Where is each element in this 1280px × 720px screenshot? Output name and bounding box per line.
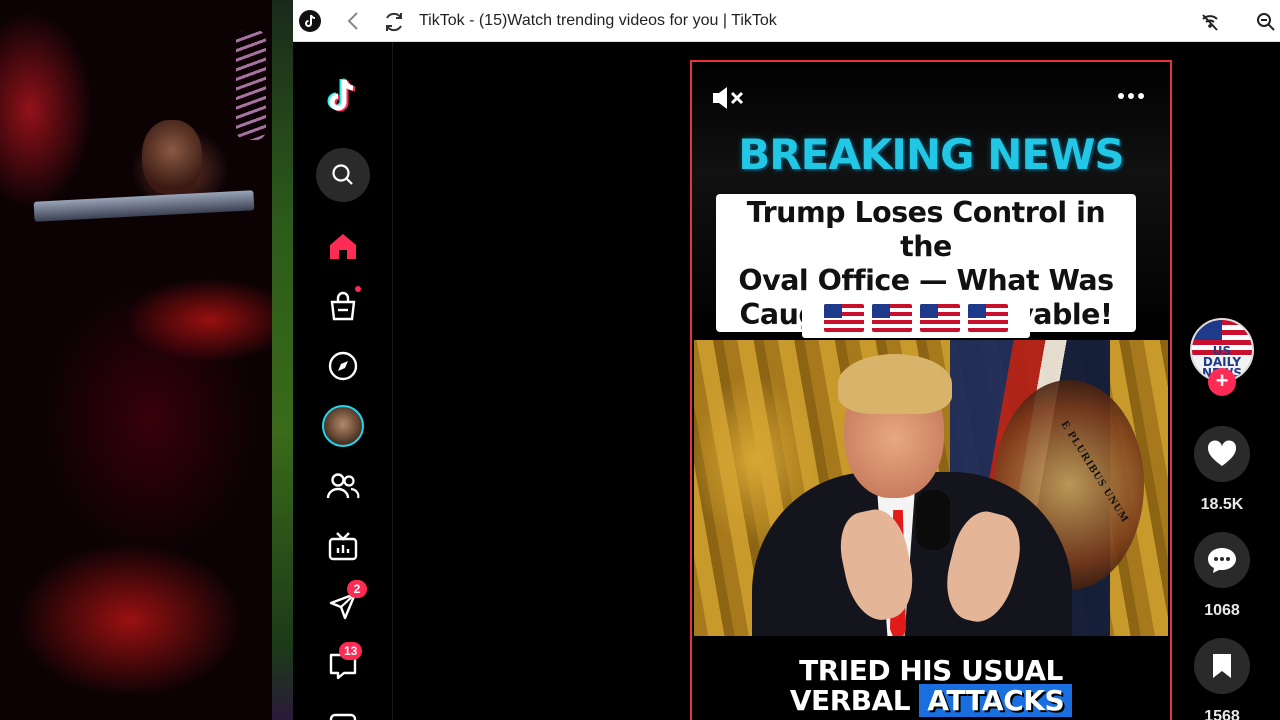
heart-icon	[1207, 440, 1237, 466]
microphone	[916, 490, 950, 550]
live-tv-icon	[328, 532, 358, 561]
caption-area: TRIED HIS USUAL VERBAL ATTACKS	[692, 636, 1170, 720]
profile-icon	[329, 713, 357, 720]
search-button[interactable]	[315, 148, 371, 202]
nav-messages[interactable]: 13	[315, 642, 371, 688]
like-count: 18.5K	[1200, 496, 1244, 513]
compass-icon	[328, 351, 358, 381]
comment-count: 1068	[1204, 602, 1240, 619]
messages-badge: 13	[339, 642, 363, 660]
caption-word-verbal: VERBAL	[789, 684, 911, 717]
action-rail: US DAILY NEWS + 18.5K 1068 1568	[1186, 300, 1258, 720]
inbox-badge: 2	[347, 580, 367, 598]
more-options-icon[interactable]	[1116, 88, 1146, 104]
reload-icon[interactable]	[381, 9, 407, 35]
tiktok-app-icon	[299, 10, 321, 32]
headline-line-1: Trump Loses Control in the	[746, 196, 1106, 263]
bookmark-icon	[1213, 654, 1231, 678]
speaker-hair	[838, 354, 952, 414]
desk-edge	[33, 190, 255, 222]
us-flag-icon	[872, 304, 912, 332]
comment-button[interactable]	[1194, 532, 1250, 588]
friends-icon	[326, 473, 360, 499]
comment-icon	[1208, 548, 1236, 573]
like-button[interactable]	[1194, 426, 1250, 482]
mute-icon[interactable]	[710, 84, 746, 112]
search-icon	[316, 148, 370, 202]
nav-live[interactable]	[315, 524, 371, 568]
save-count: 1568	[1204, 708, 1240, 720]
nav-friends[interactable]	[315, 464, 371, 508]
nav-following-live[interactable]	[315, 404, 371, 448]
tiktok-sidebar: 2 13	[293, 42, 393, 720]
video-frame-image: E PLURIBUS UNUM	[694, 340, 1168, 636]
us-flag-icon	[920, 304, 960, 332]
caption-word-attacks: ATTACKS	[919, 684, 1073, 717]
caption-line-2: VERBAL ATTACKS	[692, 684, 1170, 717]
save-button[interactable]	[1194, 638, 1250, 694]
page-title: TikTok - (15)Watch trending videos for y…	[419, 12, 777, 29]
user-avatar-icon	[322, 405, 364, 447]
nav-profile[interactable]	[315, 702, 371, 720]
shop-notification-dot	[355, 286, 361, 292]
us-flag-icon	[968, 304, 1008, 332]
background-strip	[272, 0, 293, 720]
webcam-feed	[0, 0, 272, 720]
follow-button[interactable]: +	[1208, 368, 1236, 396]
tiktok-logo-icon[interactable]	[315, 74, 371, 118]
home-icon	[330, 234, 356, 259]
us-flag-icon	[824, 304, 864, 332]
back-arrow-icon[interactable]	[343, 9, 363, 33]
nav-shop[interactable]	[315, 284, 371, 328]
nav-home[interactable]	[315, 224, 371, 268]
headline-line-2: Oval Office — What Was	[738, 264, 1114, 297]
video-player[interactable]: BREAKING NEWS Trump Loses Control in the…	[690, 60, 1172, 720]
caption-line-1: TRIED HIS USUAL	[799, 654, 1063, 687]
breaking-news-banner: BREAKING NEWS	[738, 130, 1124, 179]
nav-inbox[interactable]: 2	[315, 580, 371, 628]
network-off-icon[interactable]	[1199, 11, 1221, 33]
led-lights	[236, 30, 266, 140]
flags-row	[802, 298, 1030, 338]
shopping-bag-icon	[330, 291, 356, 321]
nav-explore[interactable]	[315, 344, 371, 388]
browser-titlebar: TikTok - (15)Watch trending videos for y…	[293, 0, 1280, 42]
streamer-face	[142, 120, 202, 195]
zoom-icon[interactable]	[1255, 11, 1277, 33]
